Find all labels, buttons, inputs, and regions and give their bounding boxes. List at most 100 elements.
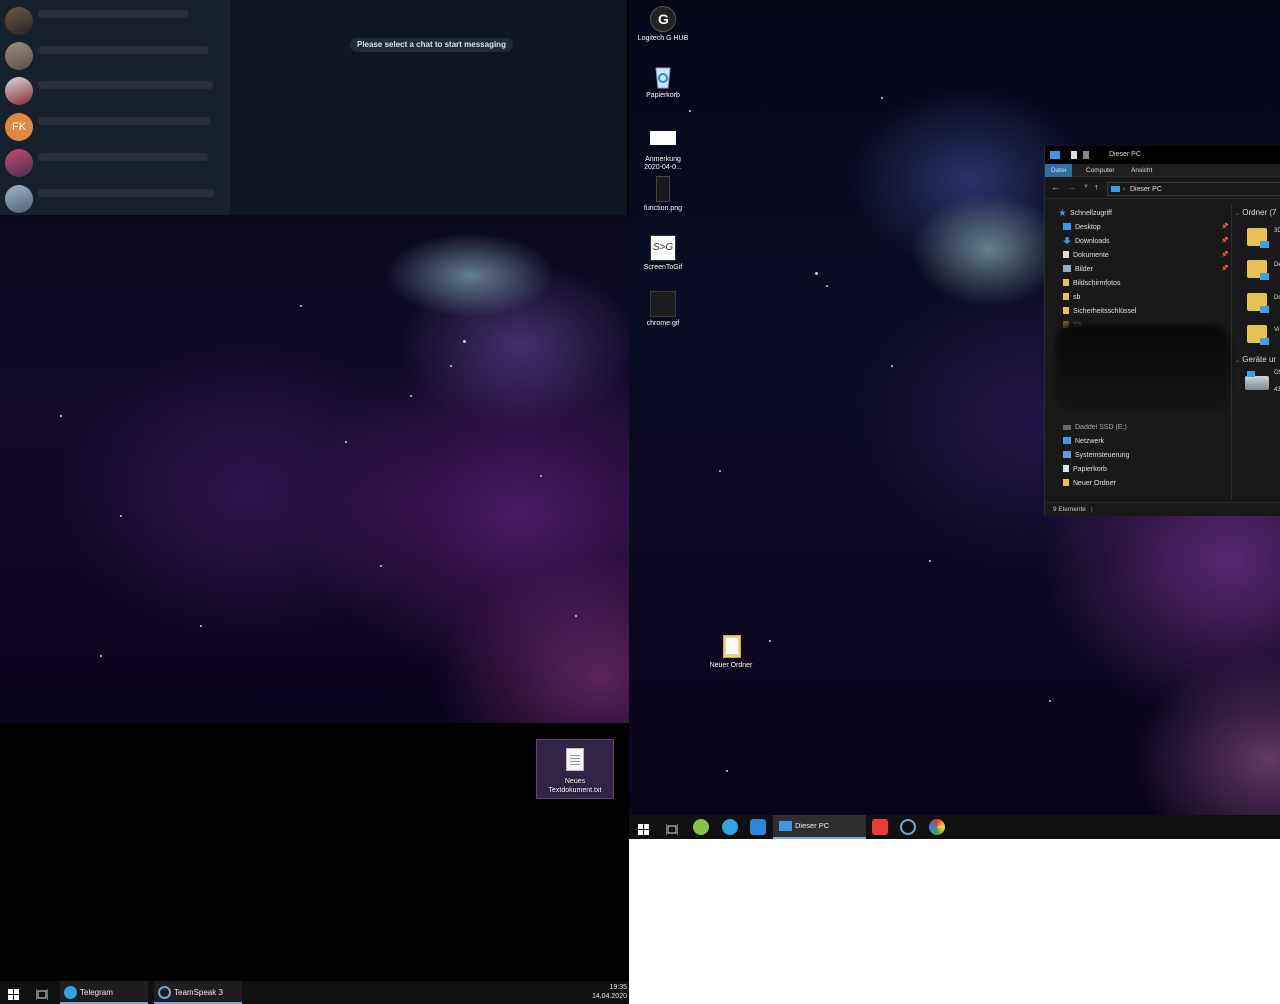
desktop-icon-papierkorb[interactable]: Papierkorb	[633, 63, 693, 100]
teamspeak-icon[interactable]	[900, 819, 916, 835]
folder-icon	[1063, 307, 1069, 314]
nav-netzwerk[interactable]: Netzwerk	[1063, 436, 1104, 448]
folder-icon[interactable]	[1247, 228, 1269, 248]
chevron-down-icon[interactable]: ▼	[1083, 184, 1089, 190]
computer-icon	[1050, 151, 1060, 159]
folder-icon	[1063, 293, 1069, 300]
empty-screen-area	[629, 839, 1280, 1004]
task-view-icon[interactable]	[35, 987, 49, 1000]
file-explorer-window: Dieser PC Datei Computer Ansicht ← → ▼ ↑…	[1044, 146, 1280, 516]
telegram-icon	[64, 986, 77, 999]
select-chat-message: Please select a chat to start messaging	[350, 38, 513, 52]
taskbar-clock[interactable]: 19:35 14.04.2020	[585, 983, 627, 1001]
control-panel-icon	[1063, 451, 1071, 458]
desktop-icon-chrome-gif[interactable]: chrome.gif	[633, 291, 693, 328]
item-count: 9 Elemente	[1053, 506, 1086, 513]
desktop-icon-label: ScreenToGif	[643, 264, 683, 271]
chat-name-blurred	[38, 10, 188, 18]
folder-icon	[1063, 479, 1069, 486]
nav-systemsteuerung[interactable]: Systemsteuerung	[1063, 450, 1129, 462]
drive-size: 43	[1274, 387, 1280, 393]
drive-icon[interactable]	[1245, 371, 1269, 390]
group-header-geraete[interactable]: ⌄ Geräte ur	[1235, 355, 1276, 364]
pane-divider[interactable]	[1231, 204, 1232, 500]
desktop-icon-function-png[interactable]: function.png	[633, 176, 693, 213]
explorer-statusbar: 9 Elemente |	[1045, 502, 1280, 516]
taskbar-telegram-label: Telegram	[80, 988, 113, 997]
avatar[interactable]	[5, 7, 33, 35]
desktop-icon-logitech[interactable]: G Logitech G HUB	[633, 6, 693, 43]
desktop-icon-screentogif[interactable]: S>G ScreenToGif	[633, 235, 693, 272]
chat-name-blurred	[38, 117, 210, 125]
avatar-initials[interactable]: FK	[5, 113, 33, 141]
desktop-icon-label: Papierkorb	[646, 92, 680, 99]
taskbar-right: Dieser PC	[629, 815, 1280, 839]
app-green-icon[interactable]	[693, 819, 709, 835]
start-icon[interactable]	[638, 822, 649, 835]
nav-sb[interactable]: sb	[1063, 292, 1080, 304]
avatar[interactable]	[5, 185, 33, 213]
explorer-address-bar: ← → ▼ ↑ › Dieser PC	[1045, 179, 1280, 199]
telegram-icon[interactable]	[722, 819, 738, 835]
start-icon[interactable]	[8, 987, 19, 1000]
image-file-icon	[650, 127, 676, 153]
forward-arrow-icon[interactable]: →	[1067, 182, 1076, 192]
taskbar-explorer-dieser-pc[interactable]: Dieser PC	[773, 815, 866, 839]
folder-label: Do	[1274, 295, 1280, 301]
avatar[interactable]	[5, 42, 33, 70]
paint-icon[interactable]	[929, 819, 945, 835]
folder-icon[interactable]	[1247, 325, 1269, 345]
nav-papierkorb[interactable]: Papierkorb	[1063, 464, 1107, 476]
folder-icon[interactable]	[1247, 293, 1269, 313]
telegram-window: FK Please select a chat to start messagi…	[0, 0, 627, 215]
nav-sicherheitsschluessel[interactable]: Sicherheitsschlüssel	[1063, 306, 1136, 318]
explorer-titlebar[interactable]: Dieser PC	[1045, 146, 1280, 164]
nav-bildschirmfotos[interactable]: Bildschirmfotos	[1063, 278, 1120, 290]
desktop-icon-label: Logitech G HUB	[637, 35, 689, 42]
star-icon	[1059, 209, 1066, 216]
group-header-ordner[interactable]: ⌄ Ordner (7	[1235, 208, 1277, 217]
tab-computer[interactable]: Computer	[1080, 164, 1121, 177]
avatar[interactable]	[5, 149, 33, 177]
computer-icon	[1111, 186, 1120, 192]
logitech-icon: G	[650, 6, 676, 32]
desktop-icon-anmerkung[interactable]: Anmerkung 2020-04-0...	[633, 127, 693, 172]
nav-downloads[interactable]: Downloads	[1063, 236, 1110, 248]
drive-label: OS	[1274, 370, 1280, 376]
recycle-bin-icon	[1063, 465, 1069, 472]
screentogif-icon: S>G	[650, 235, 676, 261]
taskbar-teamspeak[interactable]: TeamSpeak 3	[154, 981, 242, 1004]
drive-icon	[1063, 425, 1071, 430]
back-arrow-icon[interactable]: ←	[1051, 182, 1060, 192]
nav-dokumente[interactable]: Dokumente	[1063, 250, 1109, 262]
left-monitor: FK Please select a chat to start messagi…	[0, 0, 629, 1004]
nav-bilder[interactable]: Bilder	[1063, 264, 1093, 276]
explorer-icon	[779, 821, 792, 831]
vivaldi-icon[interactable]	[872, 819, 888, 835]
nav-desktop[interactable]: Desktop	[1063, 222, 1101, 234]
desktop-icon-label: Neuer Ordner	[709, 662, 753, 669]
tab-ansicht[interactable]: Ansicht	[1125, 164, 1158, 177]
nav-daddel-ssd[interactable]: Daddel SSD (E:)	[1063, 422, 1127, 434]
desktop-icon-label: function.png	[643, 205, 683, 212]
nav-schnellzugriff[interactable]: Schnellzugriff	[1059, 208, 1112, 220]
download-icon	[1063, 237, 1071, 244]
avatar[interactable]	[5, 77, 33, 105]
chat-icon[interactable]	[750, 819, 766, 835]
address-field[interactable]: › Dieser PC	[1107, 182, 1280, 196]
recycle-bin-icon	[650, 63, 676, 89]
up-arrow-icon[interactable]: ↑	[1094, 182, 1099, 192]
folder-icon[interactable]	[1247, 260, 1269, 280]
folder-icon	[718, 633, 744, 659]
desktop-icon-neuer-ordner[interactable]: Neuer Ordner	[701, 633, 761, 670]
properties-icon[interactable]	[1071, 151, 1077, 159]
desktop-file-neues-textdokument[interactable]: Neues Textdokument.txt	[536, 739, 614, 799]
pin-icon: 📌	[1221, 266, 1229, 272]
chat-list[interactable]: FK	[0, 0, 230, 215]
taskbar-telegram[interactable]: Telegram	[60, 981, 148, 1004]
tab-datei[interactable]: Datei	[1045, 164, 1073, 177]
new-folder-icon[interactable]	[1083, 151, 1089, 159]
task-view-icon[interactable]	[665, 822, 679, 835]
nav-neuer-ordner[interactable]: Neuer Ordner	[1063, 478, 1116, 490]
image-file-icon	[650, 291, 676, 317]
